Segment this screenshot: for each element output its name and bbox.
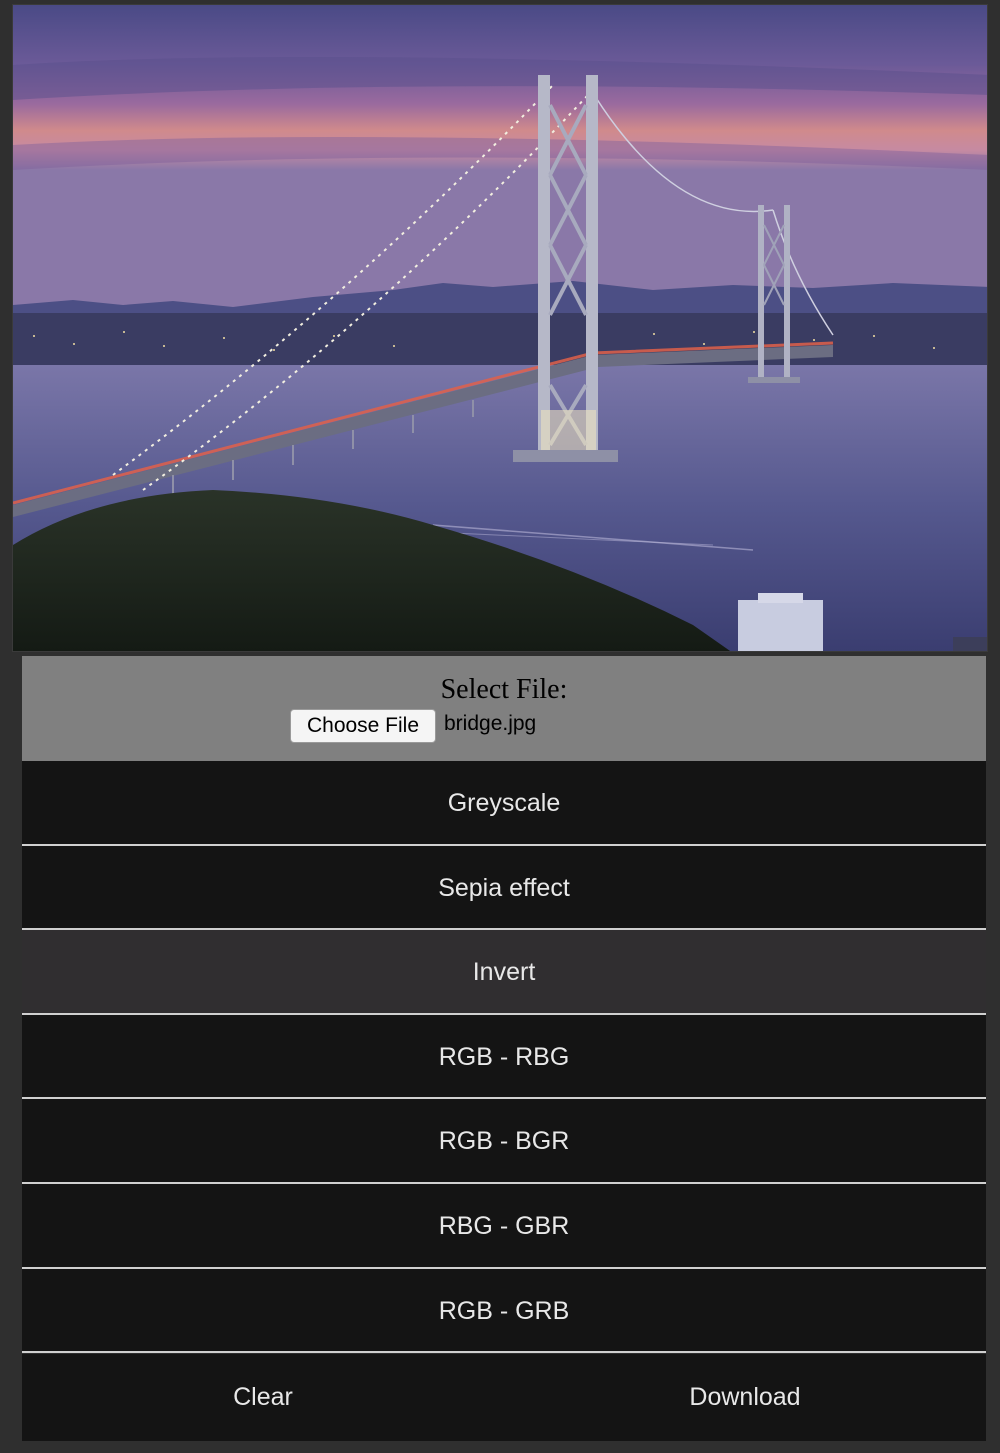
select-file-label: Select File: [440,674,568,705]
rgb-bgr-button[interactable]: RGB - BGR [22,1099,986,1184]
choose-file-button[interactable]: Choose File [290,709,436,743]
file-select-panel: Select File: Choose File bridge.jpg [22,656,986,761]
rbg-gbr-button[interactable]: RBG - GBR [22,1183,986,1269]
action-bar: Clear Download [22,1354,986,1441]
image-canvas [12,4,988,652]
filter-list: Greyscale Sepia effect Invert RGB - RBG … [22,761,986,1354]
rgb-grb-button[interactable]: RGB - GRB [22,1268,986,1354]
rgb-rbg-button[interactable]: RGB - RBG [22,1014,986,1100]
download-button[interactable]: Download [504,1354,986,1441]
greyscale-button[interactable]: Greyscale [22,761,986,846]
invert-button[interactable]: Invert [22,930,986,1015]
clear-button[interactable]: Clear [22,1354,504,1441]
bridge-photo [13,5,987,651]
app-frame: Select File: Choose File bridge.jpg Grey… [0,0,1000,1453]
selected-file-name: bridge.jpg [444,712,537,735]
sepia-button[interactable]: Sepia effect [22,845,986,931]
